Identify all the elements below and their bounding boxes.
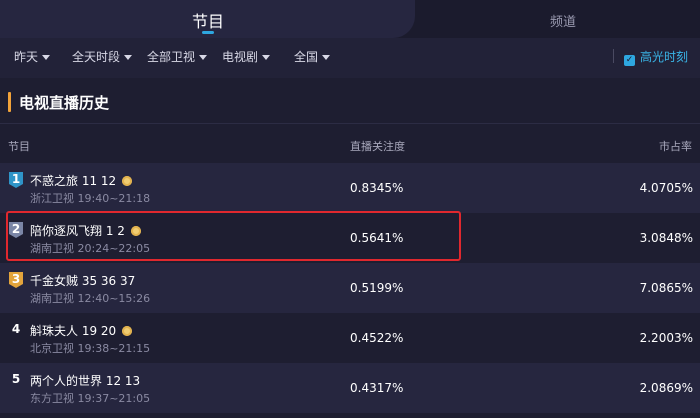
region-filter-label: 全国 bbox=[294, 50, 319, 64]
section-divider bbox=[0, 123, 700, 124]
rank-badge: 1 bbox=[9, 172, 23, 188]
chevron-down-icon bbox=[322, 55, 331, 60]
share-value: 7.0865% bbox=[639, 281, 693, 295]
time-slot-filter-label: 全天时段 bbox=[72, 50, 121, 64]
program-title: 千金女贼 35 36 37 bbox=[30, 272, 135, 289]
program-channel-time: 东方卫视 19:37~21:05 bbox=[30, 392, 151, 405]
tab-programs-label: 节目 bbox=[192, 12, 225, 31]
channel-filter[interactable]: 全部卫视 bbox=[147, 48, 208, 65]
tab-active-indicator bbox=[202, 31, 214, 34]
attention-value: 0.4317% bbox=[350, 381, 404, 395]
highlight-box bbox=[6, 211, 461, 261]
attention-value: 0.5199% bbox=[350, 281, 404, 295]
table-row[interactable]: 5 两个人的世界 12 13 东方卫视 19:37~21:05 0.4317% … bbox=[0, 363, 700, 413]
coin-icon bbox=[122, 326, 133, 336]
program-channel-time: 北京卫视 19:38~21:15 bbox=[30, 342, 151, 355]
program-title-text: 不惑之旅 11 12 bbox=[30, 174, 117, 188]
rank-badge: 3 bbox=[9, 272, 23, 288]
column-header-share[interactable]: 市占率 bbox=[659, 138, 692, 154]
share-value: 4.0705% bbox=[639, 181, 693, 195]
program-channel-time: 浙江卫视 19:40~21:18 bbox=[30, 192, 151, 205]
date-filter[interactable]: 昨天 bbox=[14, 48, 51, 65]
date-filter-label: 昨天 bbox=[14, 50, 39, 64]
highlight-moments-toggle[interactable]: ✓ 高光时刻 bbox=[624, 48, 688, 66]
tab-channels[interactable]: 频道 bbox=[550, 11, 576, 30]
program-title: 斛珠夫人 19 20 bbox=[30, 322, 133, 339]
channel-filter-label: 全部卫视 bbox=[147, 50, 196, 64]
highlight-moments-label: 高光时刻 bbox=[640, 50, 689, 64]
filter-divider bbox=[613, 49, 614, 63]
genre-filter-label: 电视剧 bbox=[222, 50, 259, 64]
program-channel-time: 湖南卫视 12:40~15:26 bbox=[30, 292, 151, 305]
program-title: 不惑之旅 11 12 bbox=[30, 172, 133, 189]
program-title-text: 千金女贼 35 36 37 bbox=[30, 274, 136, 288]
chevron-down-icon bbox=[262, 55, 271, 60]
coin-icon bbox=[122, 176, 133, 186]
share-value: 2.2003% bbox=[639, 331, 693, 345]
rank-number: 4 bbox=[11, 322, 21, 336]
filter-bar: 昨天 全天时段 全部卫视 电视剧 全国 bbox=[0, 38, 700, 76]
chevron-down-icon bbox=[199, 55, 208, 60]
column-header-program: 节目 bbox=[8, 140, 30, 153]
table-row[interactable]: 3 千金女贼 35 36 37 湖南卫视 12:40~15:26 0.5199%… bbox=[0, 263, 700, 313]
checkbox-checked-icon: ✓ bbox=[624, 55, 635, 66]
table-row[interactable]: 1 不惑之旅 11 12 浙江卫视 19:40~21:18 0.8345% 4.… bbox=[0, 163, 700, 213]
chevron-down-icon bbox=[42, 55, 51, 60]
share-value: 3.0848% bbox=[639, 231, 693, 245]
rank-number: 5 bbox=[11, 372, 21, 386]
attention-value: 0.4522% bbox=[350, 331, 404, 345]
region-filter[interactable]: 全国 bbox=[294, 48, 331, 65]
tab-programs[interactable]: 节目 bbox=[0, 0, 415, 38]
program-title-text: 斛珠夫人 19 20 bbox=[30, 324, 117, 338]
attention-value: 0.8345% bbox=[350, 181, 404, 195]
chevron-down-icon bbox=[124, 55, 133, 60]
table-row[interactable]: 4 斛珠夫人 19 20 北京卫视 19:38~21:15 0.4522% 2.… bbox=[0, 313, 700, 363]
section-title: 电视直播历史 bbox=[19, 94, 110, 112]
time-slot-filter[interactable]: 全天时段 bbox=[72, 48, 133, 65]
share-value: 2.0869% bbox=[639, 381, 693, 395]
tab-bar: 节目 频道 bbox=[0, 0, 700, 38]
program-title: 两个人的世界 12 13 bbox=[30, 372, 140, 389]
program-title-text: 两个人的世界 12 13 bbox=[30, 374, 141, 388]
column-header-attention[interactable]: 直播关注度 bbox=[350, 138, 405, 154]
genre-filter[interactable]: 电视剧 bbox=[222, 48, 271, 65]
section-accent-bar bbox=[8, 92, 11, 112]
